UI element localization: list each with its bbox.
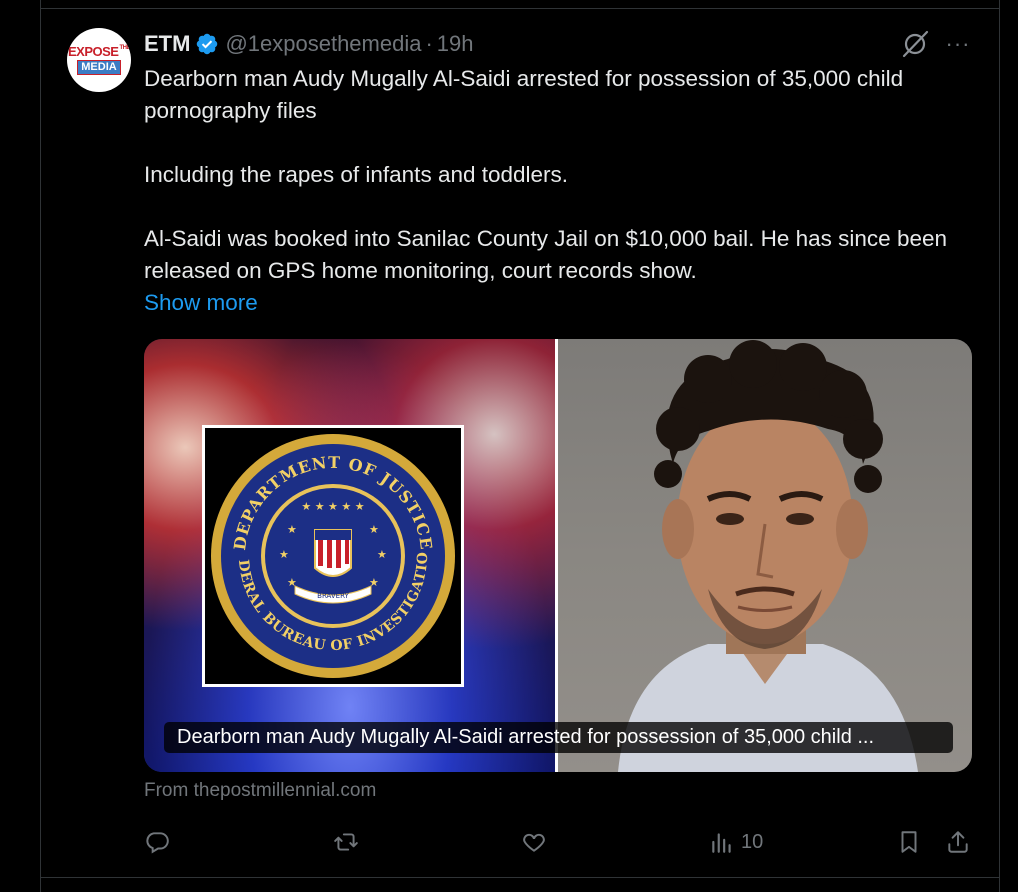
tweet-header: ETM @1exposethemedia · 19h — [144, 30, 474, 58]
timeline-left-border — [40, 0, 41, 892]
timestamp[interactable]: 19h — [437, 31, 474, 57]
tweet-actions: 10 — [0, 822, 1018, 862]
author-name[interactable]: ETM — [144, 31, 190, 57]
heart-icon — [523, 833, 545, 852]
mugshot-photo — [618, 340, 918, 772]
show-more-link[interactable]: Show more — [144, 290, 258, 315]
svg-text:★: ★ — [377, 548, 387, 561]
card-image-left: ★ ★ ★ ★ ★ ★ ★ ★ ★ ★ ★ BRAVERY DEPARTMENT — [144, 339, 556, 772]
share-button[interactable] — [945, 828, 971, 856]
svg-text:★: ★ — [279, 548, 289, 561]
bookmark-icon — [901, 831, 917, 853]
bottom-divider — [40, 877, 1000, 878]
reply-button[interactable] — [144, 828, 170, 856]
grok-icon[interactable] — [899, 28, 931, 60]
tweet-text-para2: Including the rapes of infants and toddl… — [144, 162, 569, 187]
card-source[interactable]: From thepostmillennial.com — [144, 780, 376, 802]
views-count: 10 — [741, 830, 764, 853]
card-caption: Dearborn man Audy Mugally Al-Saidi arres… — [164, 722, 953, 753]
views-button[interactable]: 10 — [709, 828, 763, 856]
repost-icon — [334, 833, 358, 851]
svg-text:★: ★ — [287, 523, 297, 536]
svg-text:★ ★ ★ ★ ★: ★ ★ ★ ★ ★ — [301, 500, 364, 513]
fbi-seal-icon: ★ ★ ★ ★ ★ ★ ★ ★ ★ ★ ★ BRAVERY DEPARTMENT — [198, 416, 455, 678]
tweet-text: Dearborn man Audy Mugally Al-Saidi arres… — [144, 63, 984, 319]
more-options-icon[interactable]: ··· — [944, 30, 972, 58]
timeline-right-border — [999, 0, 1000, 892]
bookmark-button[interactable] — [896, 828, 922, 856]
views-chart-icon — [712, 833, 731, 853]
svg-text:★: ★ — [369, 523, 379, 536]
logo-bottom-text: MEDIA — [77, 60, 121, 75]
like-button[interactable] — [521, 828, 547, 856]
separator-dot: · — [425, 31, 433, 56]
card-image-right — [558, 339, 972, 772]
verified-badge-icon[interactable] — [195, 32, 219, 56]
share-icon — [948, 831, 968, 853]
avatar[interactable]: EXPOSETHE MEDIA — [67, 28, 131, 92]
reply-icon — [146, 832, 169, 854]
tweet-text-line1: Dearborn man Audy Mugally Al-Saidi arres… — [144, 66, 904, 123]
avatar-logo: EXPOSETHE MEDIA — [68, 45, 130, 75]
tweet-text-para3: Al-Saidi was booked into Sanilac County … — [144, 226, 948, 283]
logo-top-text: EXPOSE — [68, 44, 119, 59]
link-card[interactable]: ★ ★ ★ ★ ★ ★ ★ ★ ★ ★ ★ BRAVERY DEPARTMENT — [144, 339, 972, 772]
top-divider — [40, 8, 1000, 9]
logo-small-text: THE — [119, 45, 130, 51]
repost-button[interactable] — [333, 828, 359, 856]
seal-ribbon-text: BRAVERY — [317, 592, 349, 600]
fbi-seal-image: ★ ★ ★ ★ ★ ★ ★ ★ ★ ★ ★ BRAVERY DEPARTMENT — [198, 416, 464, 687]
author-handle[interactable]: @1exposethemedia — [225, 31, 421, 57]
